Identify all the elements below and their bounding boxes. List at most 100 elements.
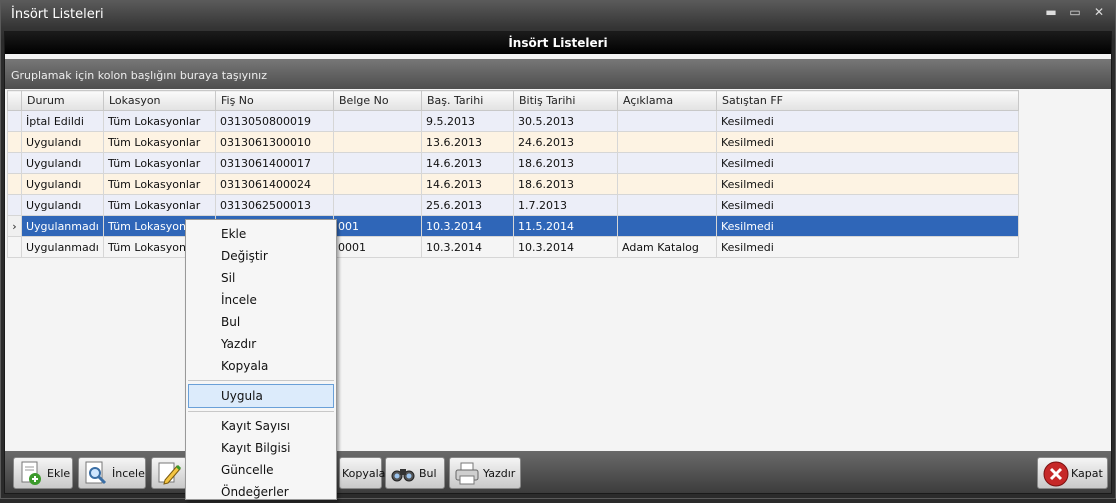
cell-bas-tarihi: 10.3.2014 — [421, 215, 514, 237]
row-indicator[interactable] — [7, 131, 22, 153]
cell-aciklama: Adam Katalog — [617, 236, 717, 258]
context-menu: Ekle Değiştir Sil İncele Bul Yazdır Kopy… — [185, 219, 337, 500]
cell-bas-tarihi: 14.6.2013 — [421, 173, 514, 195]
title-bar: İnsört Listeleri ▬ ▭ ✕ — [1, 1, 1115, 29]
row-indicator[interactable] — [7, 236, 22, 258]
cell-belge-no — [333, 194, 422, 216]
cell-bas-tarihi: 10.3.2014 — [421, 236, 514, 258]
edit-pencil-icon — [156, 460, 182, 486]
header-row: Durum Lokasyon Fiş No Belge No Baş. Tari… — [7, 90, 1019, 111]
column-header-belge-no[interactable]: Belge No — [333, 90, 422, 111]
edit-button[interactable] — [151, 457, 187, 489]
cell-fis-no: 0313050800019 — [215, 110, 334, 132]
cell-aciklama — [617, 110, 717, 132]
cell-durum: Uygulandı — [21, 131, 104, 153]
row-indicator[interactable] — [7, 110, 22, 132]
cell-belge-no — [333, 173, 422, 195]
cell-belge-no: 001 — [333, 215, 422, 237]
inspect-button[interactable]: İncele — [78, 457, 146, 489]
close-button-label: Kapat — [1071, 466, 1103, 480]
cell-bitis-tarihi: 24.6.2013 — [513, 131, 618, 153]
bottom-toolbar: Ekle İncele Kopyala Bul Yazdır Kapat — [5, 451, 1111, 493]
column-header-bas-tarihi[interactable]: Baş. Tarihi — [421, 90, 514, 111]
cell-aciklama — [617, 194, 717, 216]
menu-item-bul[interactable]: Bul — [186, 311, 336, 333]
cell-bas-tarihi: 25.6.2013 — [421, 194, 514, 216]
insort-table: Durum Lokasyon Fiş No Belge No Baş. Tari… — [7, 90, 1019, 258]
row-indicator-header — [7, 90, 22, 111]
page-title: İnsört Listeleri — [5, 32, 1111, 54]
add-document-icon — [18, 460, 44, 486]
menu-item-kopyala[interactable]: Kopyala — [186, 355, 336, 377]
cell-aciklama — [617, 152, 717, 174]
menu-item-uygula[interactable]: Uygula — [188, 384, 334, 408]
menu-item-guncelle[interactable]: Güncelle — [186, 459, 336, 481]
find-button-label: Bul — [419, 466, 437, 480]
menu-item-kayit-sayisi[interactable]: Kayıt Sayısı — [186, 415, 336, 437]
table-row-selected[interactable]: › Uygulanmadı Tüm Lokasyonlar 001 10.3.2… — [7, 215, 1019, 237]
cell-durum: Uygulanmadı — [21, 215, 104, 237]
cell-durum: Uygulandı — [21, 194, 104, 216]
menu-item-incele[interactable]: İncele — [186, 289, 336, 311]
cell-fis-no: 0313061400024 — [215, 173, 334, 195]
minimize-button[interactable]: ▬ — [1043, 5, 1059, 19]
menu-item-sil[interactable]: Sil — [186, 267, 336, 289]
table-row[interactable]: Uygulandı Tüm Lokasyonlar 0313062500013 … — [7, 194, 1019, 216]
menu-item-degistir[interactable]: Değiştir — [186, 245, 336, 267]
cell-fis-no: 0313061400017 — [215, 152, 334, 174]
cell-satistan-ff: Kesilmedi — [716, 236, 1019, 258]
close-button[interactable]: Kapat — [1037, 457, 1108, 489]
cell-bitis-tarihi: 1.7.2013 — [513, 194, 618, 216]
row-indicator[interactable]: › — [7, 215, 22, 237]
cell-aciklama — [617, 215, 717, 237]
cell-lokasyon: Tüm Lokasyonlar — [103, 110, 216, 132]
row-indicator[interactable] — [7, 194, 22, 216]
cell-satistan-ff: Kesilmedi — [716, 215, 1019, 237]
menu-item-ondegerler[interactable]: Öndeğerler — [186, 481, 336, 503]
cell-bitis-tarihi: 18.6.2013 — [513, 152, 618, 174]
row-indicator[interactable] — [7, 152, 22, 174]
table-row[interactable]: Uygulandı Tüm Lokasyonlar 0313061300010 … — [7, 131, 1019, 153]
row-indicator[interactable] — [7, 173, 22, 195]
cell-belge-no: 0001 — [333, 236, 422, 258]
cell-lokasyon: Tüm Lokasyonlar — [103, 131, 216, 153]
copy-button[interactable]: Kopyala — [339, 457, 386, 489]
print-button-label: Yazdır — [483, 466, 516, 480]
client-area: İnsört Listeleri Gruplamak için kolon ba… — [4, 31, 1112, 494]
close-red-icon — [1042, 460, 1069, 487]
cell-bitis-tarihi: 10.3.2014 — [513, 236, 618, 258]
column-header-bitis-tarihi[interactable]: Bitiş Tarihi — [513, 90, 618, 111]
cell-belge-no — [333, 131, 422, 153]
close-window-button[interactable]: ✕ — [1091, 5, 1107, 19]
column-header-fis-no[interactable]: Fiş No — [215, 90, 334, 111]
find-button[interactable]: Bul — [385, 457, 445, 489]
cell-durum: Uygulanmadı — [21, 236, 104, 258]
add-button[interactable]: Ekle — [13, 457, 73, 489]
column-header-lokasyon[interactable]: Lokasyon — [103, 90, 216, 111]
cell-satistan-ff: Kesilmedi — [716, 152, 1019, 174]
menu-item-ekle[interactable]: Ekle — [186, 223, 336, 245]
group-by-panel[interactable]: Gruplamak için kolon başlığını buraya ta… — [5, 59, 1111, 89]
menu-item-yazdir[interactable]: Yazdır — [186, 333, 336, 355]
print-button[interactable]: Yazdır — [449, 457, 521, 489]
table-row[interactable]: İptal Edildi Tüm Lokasyonlar 03130508000… — [7, 110, 1019, 132]
maximize-button[interactable]: ▭ — [1067, 5, 1083, 19]
cell-lokasyon: Tüm Lokasyonlar — [103, 194, 216, 216]
cell-satistan-ff: Kesilmedi — [716, 173, 1019, 195]
table-row[interactable]: Uygulandı Tüm Lokasyonlar 0313061400024 … — [7, 173, 1019, 195]
table-row[interactable]: Uygulandı Tüm Lokasyonlar 0313061400017 … — [7, 152, 1019, 174]
copy-button-label: Kopyala — [342, 466, 386, 480]
menu-separator — [188, 380, 334, 381]
cell-bitis-tarihi: 30.5.2013 — [513, 110, 618, 132]
table-row[interactable]: Uygulanmadı Tüm Lokasyonlar 0001 10.3.20… — [7, 236, 1019, 258]
column-header-durum[interactable]: Durum — [21, 90, 104, 111]
cell-belge-no — [333, 152, 422, 174]
cell-bas-tarihi: 14.6.2013 — [421, 152, 514, 174]
cell-lokasyon: Tüm Lokasyonlar — [103, 152, 216, 174]
column-header-aciklama[interactable]: Açıklama — [617, 90, 717, 111]
cell-durum: Uygulandı — [21, 173, 104, 195]
menu-item-kayit-bilgisi[interactable]: Kayıt Bilgisi — [186, 437, 336, 459]
printer-icon — [454, 460, 480, 486]
cell-aciklama — [617, 131, 717, 153]
column-header-satistan-ff[interactable]: Satıştan FF — [716, 90, 1019, 111]
